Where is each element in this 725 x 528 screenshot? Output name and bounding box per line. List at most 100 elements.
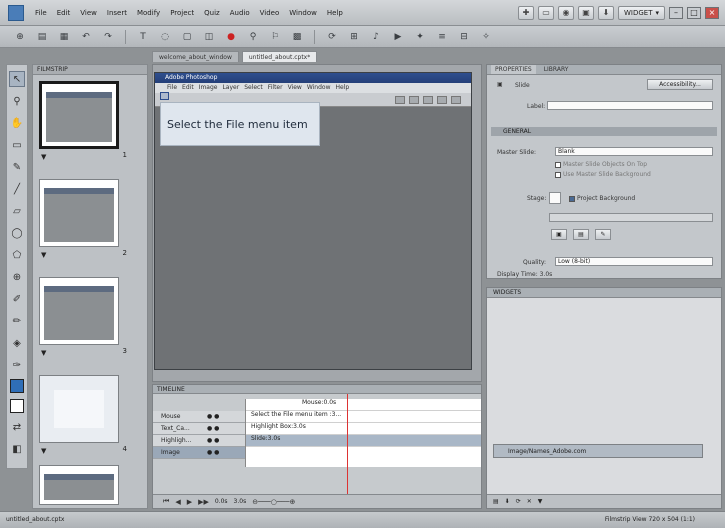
video-icon[interactable]: ▶ xyxy=(390,30,406,44)
stroke-tool-icon[interactable]: ✑ xyxy=(9,357,25,373)
undo-icon[interactable]: ↶ xyxy=(78,30,94,44)
captured-menu-filter[interactable]: Filter xyxy=(268,83,283,93)
slide-thumbnail[interactable] xyxy=(39,81,119,149)
menu-view[interactable]: View xyxy=(75,9,102,17)
filter-icon[interactable]: ▼ xyxy=(538,498,543,505)
new-folder-icon[interactable]: ▤ xyxy=(493,498,499,505)
frame-label[interactable]: Select the File menu item :3... xyxy=(251,411,341,418)
record-dot-icon[interactable]: ● xyxy=(223,30,239,44)
button-icon[interactable]: ⚐ xyxy=(267,30,283,44)
section-general[interactable]: GENERAL xyxy=(491,127,717,136)
forward-icon[interactable]: ▶▶ xyxy=(198,498,209,506)
animation-icon[interactable]: ⟳ xyxy=(324,30,340,44)
quality-select[interactable]: Low (8-bit) xyxy=(555,257,713,266)
image-browse-icon[interactable]: ▣ xyxy=(551,229,567,240)
checkbox-icon[interactable] xyxy=(555,161,561,168)
eye-lock-icon[interactable]: ● ● xyxy=(207,435,219,447)
menu-audio[interactable]: Audio xyxy=(225,9,255,17)
tab-welcome[interactable]: welcome_about_window xyxy=(152,51,239,62)
rectangle-tool-icon[interactable]: ▭ xyxy=(9,137,25,153)
playhead[interactable] xyxy=(347,394,348,494)
label-input[interactable] xyxy=(547,101,713,110)
polygon-tool-icon[interactable]: ⬠ xyxy=(9,247,25,263)
swap-colors-icon[interactable]: ⇄ xyxy=(9,419,25,435)
option-master-background[interactable]: Use Master Slide Background xyxy=(555,171,651,178)
magnify-tool-icon[interactable]: ⊕ xyxy=(9,269,25,285)
master-slide-select[interactable]: Blank xyxy=(555,147,713,156)
refresh-icon[interactable]: ⟳ xyxy=(516,498,521,505)
highlight-box[interactable] xyxy=(160,92,169,100)
checkbox-checked-icon[interactable] xyxy=(569,195,575,202)
zoom-area-icon[interactable]: ⊞ xyxy=(346,30,362,44)
oval-tool-icon[interactable]: ◯ xyxy=(9,225,25,241)
grid-icon[interactable]: ⊟ xyxy=(456,30,472,44)
eye-lock-icon[interactable]: ● ● xyxy=(207,411,219,423)
frame-label[interactable]: Mouse:0.0s xyxy=(302,399,336,406)
frame-label[interactable]: Highlight Box:3.0s xyxy=(251,423,306,430)
eye-lock-icon[interactable]: ● ● xyxy=(207,447,219,459)
selection-tool-icon[interactable]: ↖ xyxy=(9,71,25,87)
tab-untitled-about[interactable]: untitled_about.cptx* xyxy=(241,51,318,62)
captured-menu-view[interactable]: View xyxy=(288,83,302,93)
eye-lock-icon[interactable]: ● ● xyxy=(207,423,219,435)
new-project-icon[interactable]: ⊕ xyxy=(12,30,28,44)
menu-edit[interactable]: Edit xyxy=(52,9,76,17)
captured-menu-layer[interactable]: Layer xyxy=(222,83,239,93)
zoom-slider-icon[interactable]: ⊖───○───⊕ xyxy=(252,498,295,506)
stroke-color-swatch[interactable] xyxy=(10,399,24,413)
option-objects-on-top[interactable]: Master Slide Objects On Top xyxy=(555,161,647,168)
highlight-box-icon[interactable]: ▢ xyxy=(179,30,195,44)
image-path-field[interactable] xyxy=(549,213,713,222)
slide-layout-icon[interactable]: ▭ xyxy=(537,5,554,20)
brush-tool-icon[interactable]: ✏ xyxy=(9,313,25,329)
menu-help[interactable]: Help xyxy=(322,9,348,17)
redo-icon[interactable]: ↷ xyxy=(100,30,116,44)
text-caption-icon[interactable]: T xyxy=(135,30,151,44)
menu-window[interactable]: Window xyxy=(284,9,322,17)
menu-video[interactable]: Video xyxy=(255,9,285,17)
tab-library[interactable]: LIBRARY xyxy=(539,65,573,74)
menu-insert[interactable]: Insert xyxy=(102,9,132,17)
slide-thumbnail[interactable] xyxy=(39,375,119,443)
eyedropper-tool-icon[interactable]: ✐ xyxy=(9,291,25,307)
menu-modify[interactable]: Modify xyxy=(132,9,165,17)
image-pencil-icon[interactable]: ✎ xyxy=(595,229,611,240)
slide-thumbnail[interactable] xyxy=(39,179,119,247)
import-icon[interactable]: ⬇ xyxy=(505,498,510,505)
frame-label[interactable]: Slide:3.0s xyxy=(251,435,280,442)
captured-menu-select[interactable]: Select xyxy=(244,83,263,93)
captured-menu-image[interactable]: Image xyxy=(199,83,218,93)
menu-project[interactable]: Project xyxy=(165,9,199,17)
accessibility-button[interactable]: Accessibility... xyxy=(647,79,713,90)
text-caption[interactable]: Select the File menu item xyxy=(160,102,320,146)
new-slide-icon[interactable]: ✚ xyxy=(517,5,534,20)
play-icon[interactable]: ▶ xyxy=(187,498,192,506)
checkbox-icon[interactable] xyxy=(555,171,561,178)
image-edit-icon[interactable]: ▤ xyxy=(573,229,589,240)
fill-tool-icon[interactable]: ◈ xyxy=(9,335,25,351)
audio-icon[interactable]: ♪ xyxy=(368,30,384,44)
fill-color-swatch[interactable] xyxy=(10,379,24,393)
effects-icon[interactable]: ✧ xyxy=(478,30,494,44)
menu-quiz[interactable]: Quiz xyxy=(199,9,225,17)
click-box-icon[interactable]: ◫ xyxy=(201,30,217,44)
tab-properties[interactable]: PROPERTIES xyxy=(491,65,536,74)
delete-icon[interactable]: ✕ xyxy=(527,498,532,505)
link-icon[interactable]: ⚲ xyxy=(245,30,261,44)
timeline-layer[interactable]: Mouse ● ● xyxy=(153,411,245,423)
image-icon[interactable]: ▩ xyxy=(289,30,305,44)
pan-tool-icon[interactable]: ✋ xyxy=(9,115,25,131)
slide-thumbnail[interactable] xyxy=(39,277,119,345)
close-button[interactable]: × xyxy=(705,6,719,19)
captured-menu-window[interactable]: Window xyxy=(307,83,331,93)
slide-thumbnail[interactable] xyxy=(39,465,119,505)
line-tool-icon[interactable]: ╱ xyxy=(9,181,25,197)
menu-file[interactable]: File xyxy=(30,9,52,17)
workspace-switcher[interactable]: WIDGET ▾ xyxy=(617,5,665,20)
rewind-icon[interactable]: ⏮ xyxy=(163,497,169,506)
maximize-button[interactable]: □ xyxy=(687,6,701,19)
timeline-layer[interactable]: Image ● ● xyxy=(153,447,245,459)
back-icon[interactable]: ◀ xyxy=(175,498,180,506)
project-background-option[interactable]: Project Background xyxy=(569,195,635,202)
shape-tool-icon[interactable]: ▱ xyxy=(9,203,25,219)
